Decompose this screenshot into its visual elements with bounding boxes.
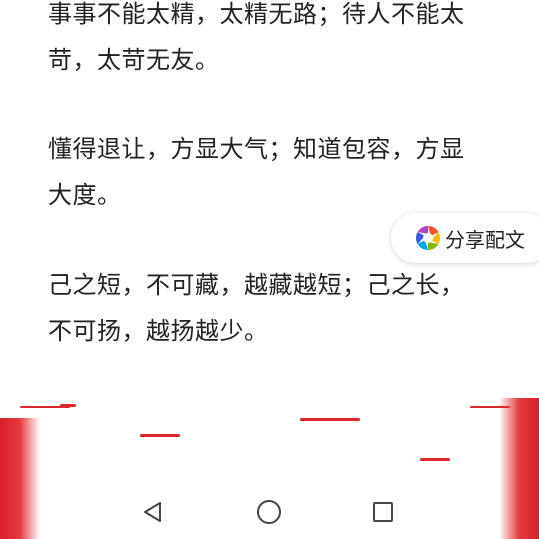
paragraph-line: 苛，太苛无友。: [48, 46, 220, 74]
share-caption-label: 分享配文: [445, 227, 525, 252]
share-caption-button[interactable]: 分享配文: [391, 213, 539, 263]
back-button[interactable]: [138, 497, 168, 527]
aperture-icon: [415, 226, 441, 250]
article-paragraph: 事事不能太精，太精无路；待人不能太 苛，太苛无友。: [48, 0, 498, 83]
banner-streak: [420, 458, 450, 461]
home-circle-icon: [257, 500, 281, 524]
paragraph-line: 己之短，不可藏，越藏越短；己之长，: [48, 271, 465, 299]
banner-streak: [140, 434, 180, 437]
banner-streak: [470, 406, 510, 408]
back-triangle-icon: [144, 502, 161, 522]
home-button[interactable]: [254, 497, 284, 527]
screen: 事事不能太精，太精无路；待人不能太 苛，太苛无友。 懂得退让，方显大气；知道包容…: [0, 0, 539, 539]
paragraph-line: 不可扬，越扬越少。: [48, 317, 269, 345]
paragraph-line: 懂得退让，方显大气；知道包容，方显: [48, 135, 465, 163]
banner-streak: [300, 418, 360, 421]
article-paragraph: 己之短，不可藏，越藏越短；己之长， 不可扬，越扬越少。: [48, 262, 498, 354]
banner-edge-left: [0, 418, 40, 539]
paragraph-line: 事事不能太精，太精无路；待人不能太: [48, 0, 465, 28]
paragraph-line: 大度。: [48, 181, 122, 209]
recent-apps-square-icon: [373, 502, 393, 522]
article-paragraph: 懂得退让，方显大气；知道包容，方显 大度。: [48, 126, 498, 218]
banner-edge-right: [499, 398, 539, 539]
recent-apps-button[interactable]: [368, 497, 398, 527]
banner-streak: [20, 406, 70, 408]
